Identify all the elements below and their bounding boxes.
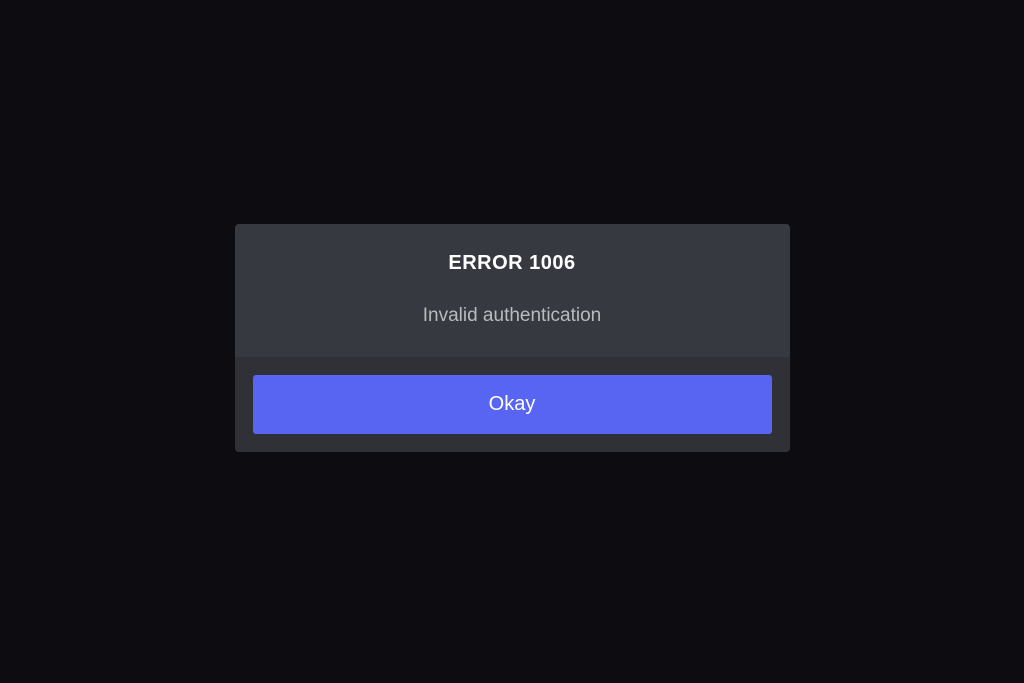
modal-message: Invalid authentication	[255, 305, 770, 327]
modal-footer: Okay	[235, 357, 790, 452]
modal-title: ERROR 1006	[255, 252, 770, 275]
modal-body: ERROR 1006 Invalid authentication	[235, 224, 790, 357]
okay-button[interactable]: Okay	[253, 375, 772, 434]
error-modal: ERROR 1006 Invalid authentication Okay	[235, 224, 790, 452]
